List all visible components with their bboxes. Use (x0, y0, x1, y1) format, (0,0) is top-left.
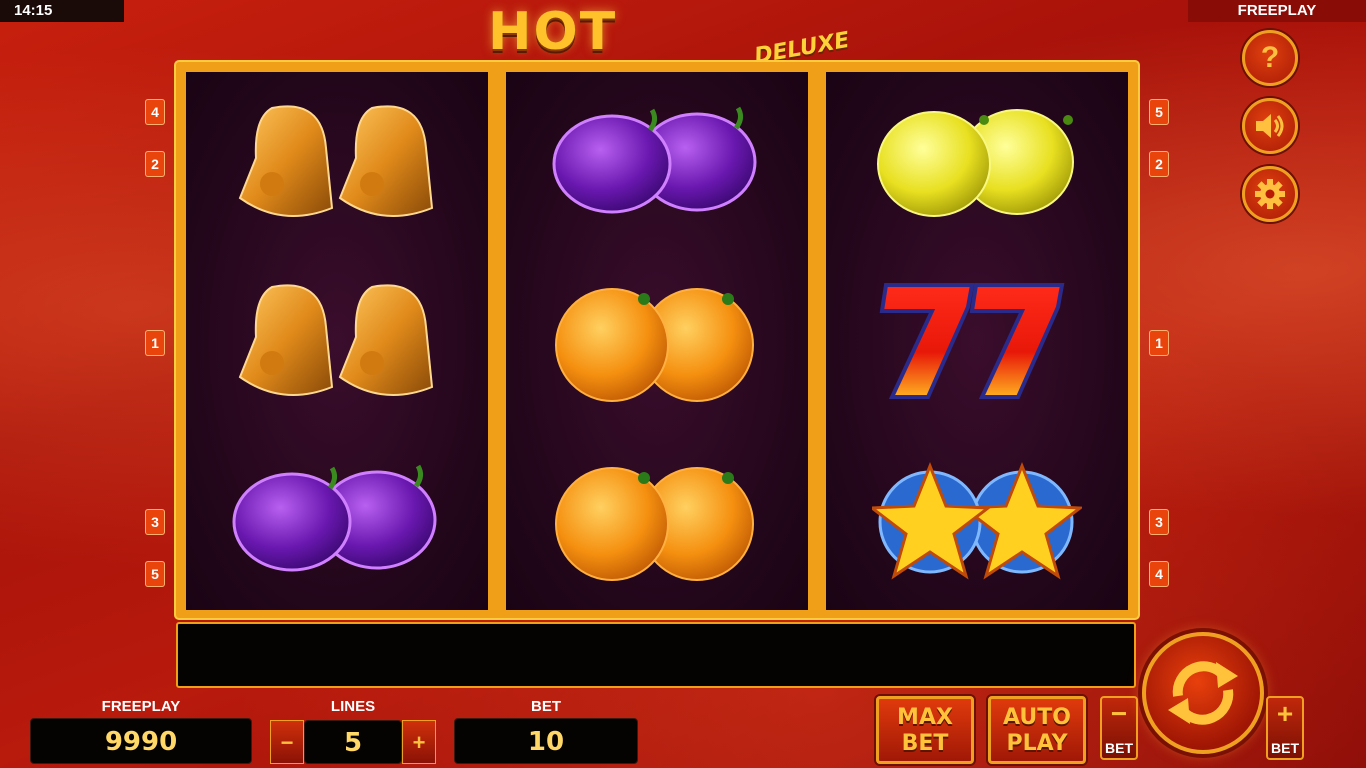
plus-icon: + (1276, 698, 1294, 729)
bet-increase-label: BET (1271, 740, 1299, 756)
message-bar (176, 622, 1136, 688)
lemon-icon (877, 109, 1074, 217)
freeplay-label: FREEPLAY (101, 698, 181, 715)
symbol-plum (186, 430, 488, 609)
auto-play-line2: PLAY (1006, 731, 1068, 756)
help-icon: ? (1260, 41, 1280, 74)
spin-arrows-icon (1168, 661, 1238, 725)
speaker-icon (1256, 114, 1284, 138)
lines-label: LINES (330, 698, 376, 715)
auto-play-button[interactable]: AUTO PLAY (988, 696, 1086, 764)
line-marker-left: 1 (146, 331, 164, 355)
symbol-bell (186, 251, 488, 430)
reel-2 (506, 72, 808, 610)
symbol-star (826, 430, 1128, 609)
lines-increase-button[interactable]: + (402, 720, 436, 764)
symbol-lemon (826, 72, 1128, 251)
symbol-orange (506, 251, 808, 430)
bet-decrease-button[interactable]: − BET (1100, 696, 1138, 760)
gear-icon (1255, 179, 1285, 209)
symbol-plum (506, 72, 808, 251)
clock: 14:15 (0, 0, 124, 22)
line-marker-right: 4 (1150, 562, 1168, 586)
symbol-seven (826, 251, 1128, 430)
line-marker-left: 3 (146, 510, 164, 534)
freeplay-value: 9990 (30, 718, 252, 764)
minus-icon: − (1110, 698, 1128, 729)
max-bet-line2: BET (901, 731, 949, 756)
line-marker-right: 2 (1150, 152, 1168, 176)
reel-1 (186, 72, 488, 610)
symbol-orange (506, 430, 808, 609)
bell-icon (238, 284, 434, 396)
bet-label: BET (531, 698, 561, 715)
settings-button[interactable] (1242, 166, 1298, 222)
lines-value: 5 (304, 720, 402, 764)
bet-decrease-label: BET (1105, 740, 1133, 756)
line-marker-left: 5 (146, 562, 164, 586)
help-button[interactable]: ? (1242, 30, 1298, 86)
bet-value: 10 (454, 718, 638, 764)
spin-button[interactable] (1142, 632, 1264, 754)
symbol-bell (186, 72, 488, 251)
reels-frame (176, 62, 1138, 618)
line-marker-right: 3 (1150, 510, 1168, 534)
plum-icon (232, 464, 437, 572)
line-marker-left: 2 (146, 152, 164, 176)
mode-badge: FREEPLAY (1188, 0, 1366, 22)
bet-increase-button[interactable]: + BET (1266, 696, 1304, 760)
sound-button[interactable] (1242, 98, 1298, 154)
max-bet-line1: MAX (897, 705, 953, 730)
star-icon (872, 461, 1082, 580)
orange-icon (555, 288, 754, 402)
line-marker-right: 5 (1150, 100, 1168, 124)
reel-3 (826, 72, 1128, 610)
seven-icon (879, 283, 1065, 399)
auto-play-line1: AUTO (1003, 705, 1071, 730)
orange-icon (555, 467, 754, 581)
bell-icon (238, 105, 434, 217)
max-bet-button[interactable]: MAX BET (876, 696, 974, 764)
lines-decrease-button[interactable]: − (270, 720, 304, 764)
plum-icon (552, 106, 757, 214)
line-marker-right: 1 (1150, 331, 1168, 355)
line-marker-left: 4 (146, 100, 164, 124)
